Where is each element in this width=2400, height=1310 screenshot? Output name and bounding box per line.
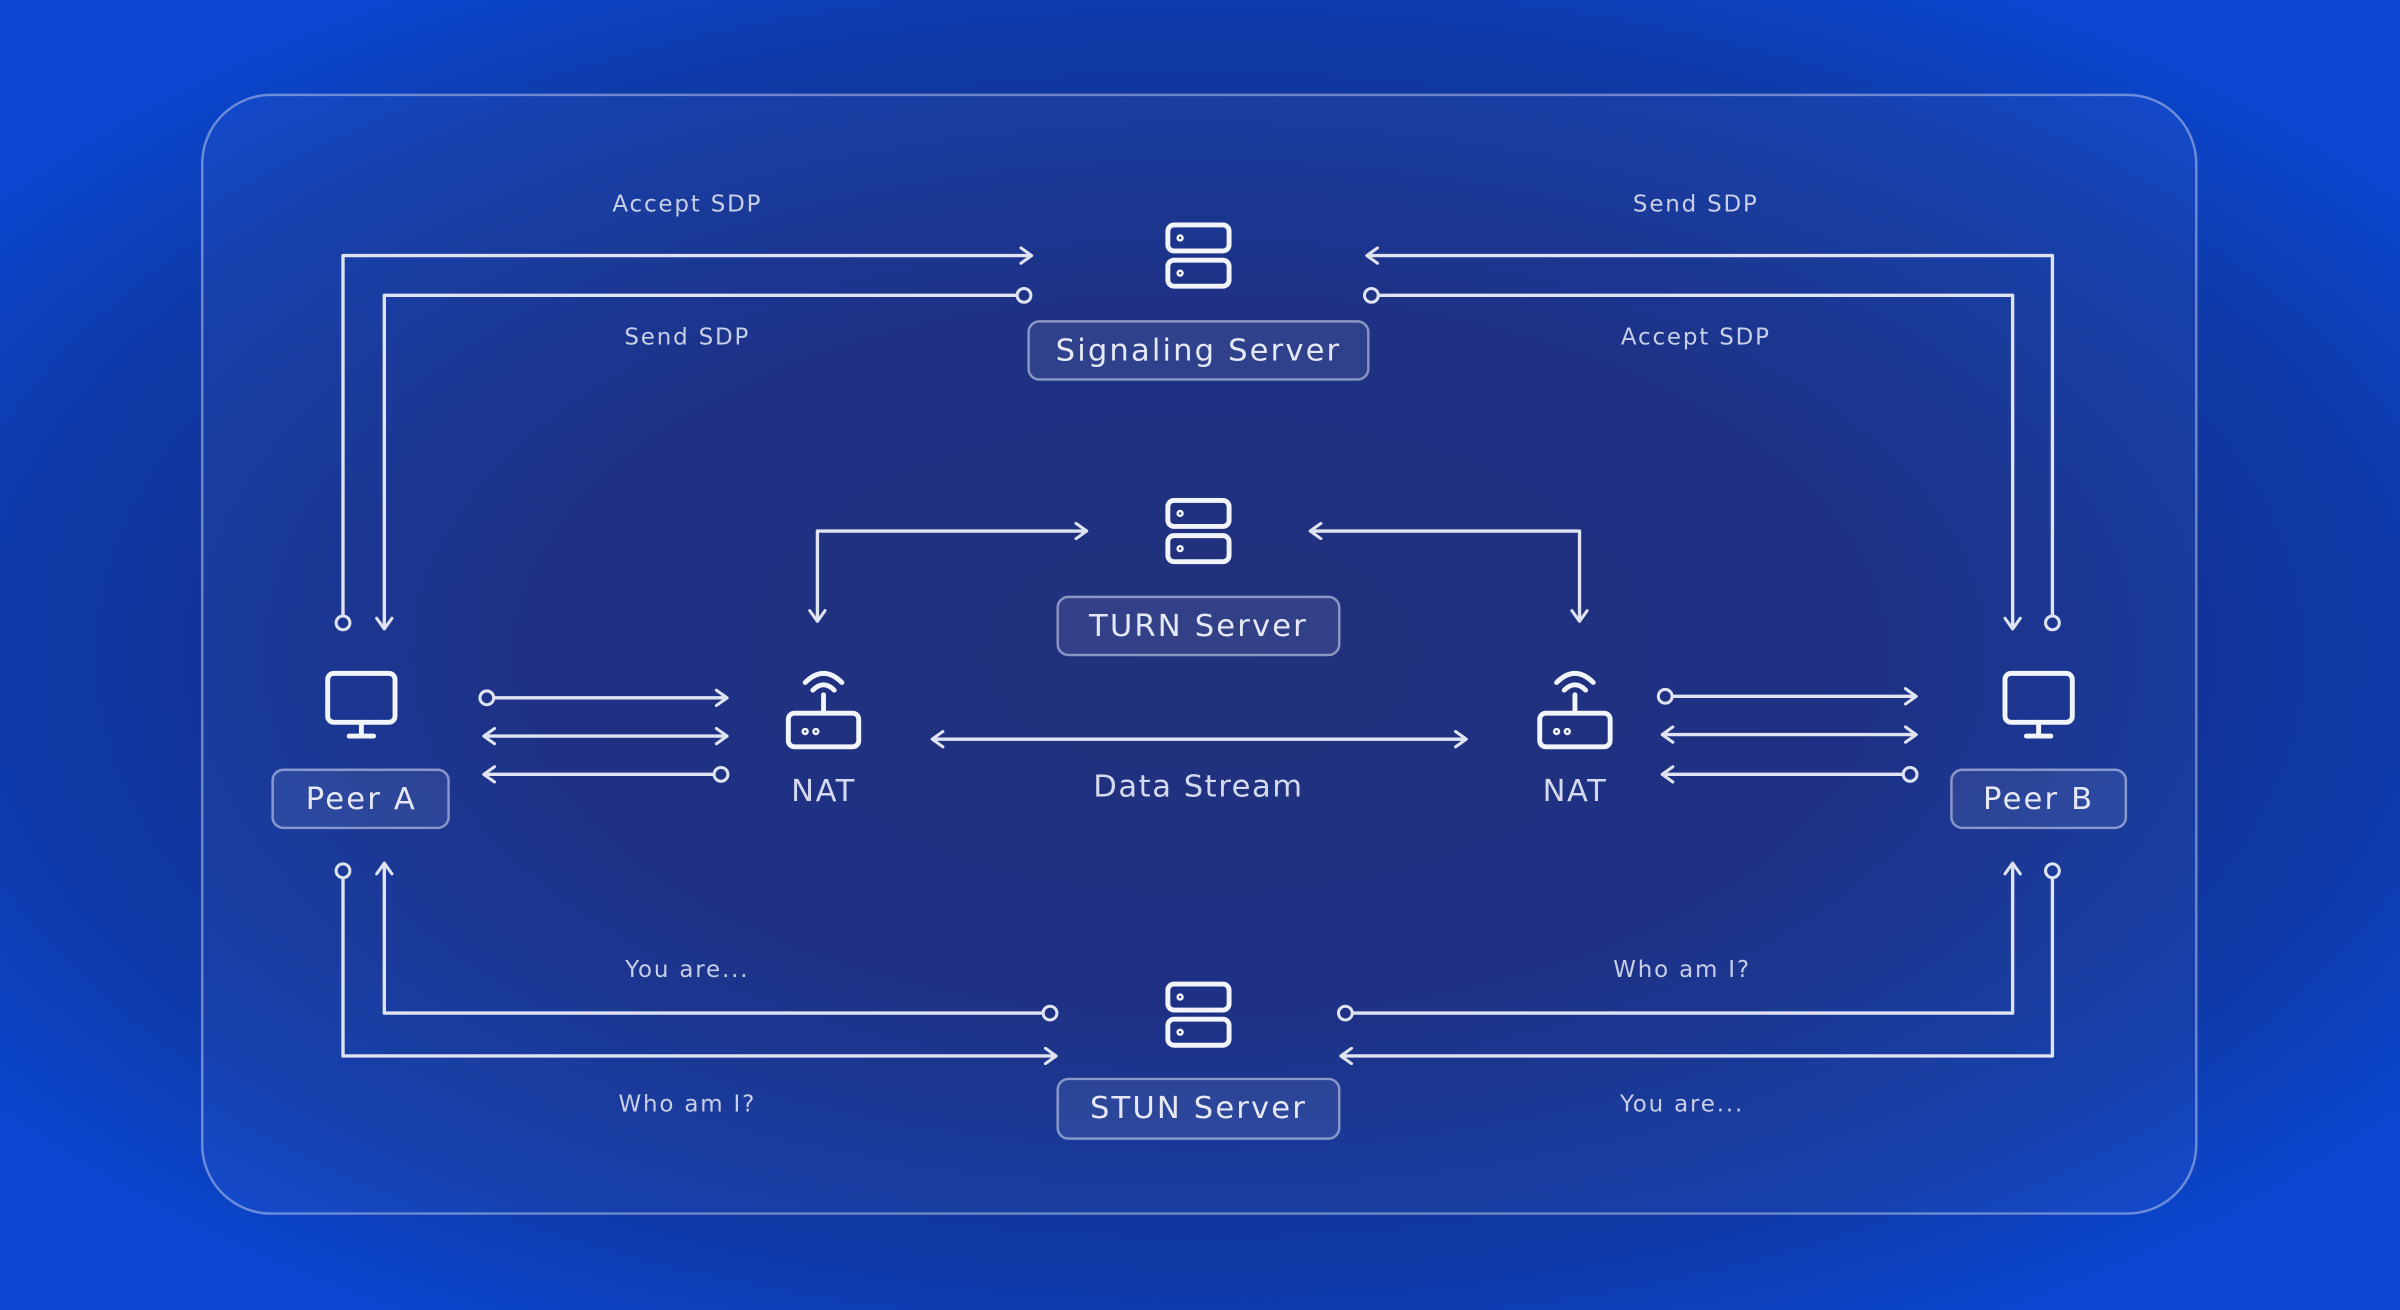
signaling-server-label: Signaling Server	[1056, 333, 1342, 368]
data-stream-label: Data Stream	[1093, 770, 1303, 805]
nat-left-label: NAT	[791, 774, 856, 809]
stun-server-label: STUN Server	[1090, 1091, 1307, 1126]
send-sdp-label: Send SDP	[624, 325, 750, 351]
peer-b-node: Peer B	[1950, 768, 2128, 830]
you-are-label: You are...	[624, 957, 749, 983]
turn-server-label: TURN Server	[1088, 609, 1308, 644]
webrtc-diagram: Signaling Server Accept SDP Send SDP Sen…	[0, 0, 2400, 1310]
send-sdp-label: Send SDP	[1633, 192, 1759, 218]
who-am-i-label: Who am I?	[618, 1091, 756, 1117]
who-am-i-label: Who am I?	[1613, 957, 1751, 983]
turn-server-node: TURN Server	[1056, 595, 1341, 657]
peer-a-node: Peer A	[271, 768, 450, 830]
nat-right-label: NAT	[1543, 774, 1608, 809]
stun-server-node: STUN Server	[1056, 1077, 1341, 1140]
accept-sdp-label: Accept SDP	[1621, 325, 1771, 351]
you-are-label: You are...	[1619, 1091, 1744, 1117]
accept-sdp-label: Accept SDP	[612, 192, 762, 218]
peer-b-label: Peer B	[1983, 782, 2094, 817]
signaling-server-node: Signaling Server	[1027, 320, 1370, 381]
peer-a-label: Peer A	[306, 782, 417, 817]
